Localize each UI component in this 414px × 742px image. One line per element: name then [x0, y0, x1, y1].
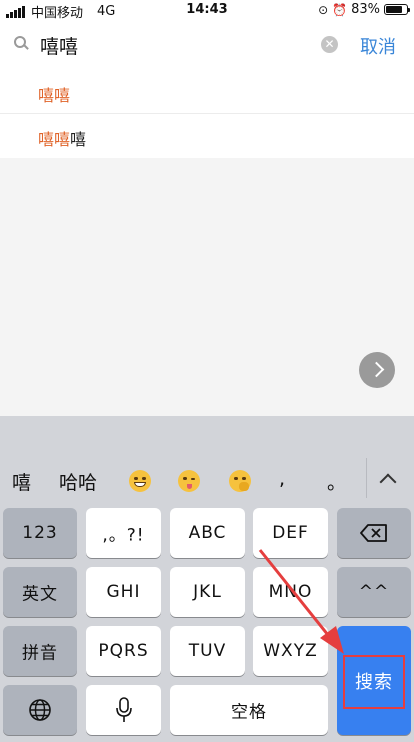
status-bar: 中国移动 4G 14:43 ⊙ ⏰ 83% — [0, 0, 414, 21]
suggestion-list: 嘻嘻 嘻嘻嘻 — [0, 70, 414, 158]
key-def[interactable]: DEF — [253, 508, 328, 558]
key-mno[interactable]: MNO — [253, 567, 328, 617]
microphone-key[interactable] — [86, 685, 161, 735]
key-pqrs[interactable]: PQRS — [86, 626, 161, 676]
backspace-key[interactable] — [337, 508, 411, 558]
rotation-lock-icon: ⊙ — [318, 2, 329, 17]
search-icon — [14, 36, 26, 48]
key-wxyz[interactable]: WXYZ — [253, 626, 328, 676]
grinning-face-icon[interactable] — [129, 470, 151, 492]
cancel-button[interactable]: 取消 — [360, 33, 396, 59]
space-key[interactable]: 空格 — [170, 685, 328, 735]
key-pinyin[interactable]: 拼音 — [3, 626, 77, 676]
key-english[interactable]: 英文 — [3, 567, 77, 617]
annotation-highlight-box — [343, 655, 405, 709]
candidate-punct[interactable]: , — [279, 468, 285, 490]
candidate-divider — [366, 458, 367, 498]
key-emoticon[interactable]: ^^ — [337, 567, 411, 617]
alarm-icon: ⏰ — [332, 2, 348, 17]
battery-icon — [384, 4, 410, 15]
backspace-icon — [360, 524, 387, 542]
key-tuv[interactable]: TUV — [170, 626, 245, 676]
globe-key[interactable] — [3, 685, 77, 735]
suggestion-item[interactable]: 嘻嘻嘻 — [0, 114, 414, 158]
next-arrow-button[interactable] — [359, 352, 395, 388]
globe-icon — [29, 699, 51, 721]
suggestion-rest: 嘻 — [70, 130, 87, 149]
candidate-word[interactable]: 嘻 — [12, 468, 31, 495]
suggestion-highlight: 嘻嘻 — [38, 86, 71, 105]
search-input[interactable] — [40, 31, 310, 59]
candidate-bar: 嘻 哈哈 , 。 — [0, 460, 414, 500]
battery-percent: 83% — [351, 2, 380, 17]
suggestion-highlight: 嘻嘻 — [38, 130, 71, 149]
battery-fill — [386, 6, 402, 13]
key-jkl[interactable]: JKL — [170, 567, 245, 617]
hand-over-mouth-face-icon[interactable] — [229, 470, 251, 492]
key-punct[interactable]: ,。?! — [86, 508, 161, 558]
winking-tongue-face-icon[interactable] — [178, 470, 200, 492]
candidate-punct[interactable]: 。 — [327, 468, 346, 495]
key-ghi[interactable]: GHI — [86, 567, 161, 617]
key-abc[interactable]: ABC — [170, 508, 245, 558]
microphone-icon — [116, 697, 132, 722]
suggestion-item[interactable]: 嘻嘻 — [0, 70, 414, 114]
candidate-word[interactable]: 哈哈 — [59, 468, 97, 495]
search-bar: ✕ 取消 — [0, 20, 414, 71]
key-123[interactable]: 123 — [3, 508, 77, 558]
clear-icon[interactable]: ✕ — [321, 36, 338, 53]
